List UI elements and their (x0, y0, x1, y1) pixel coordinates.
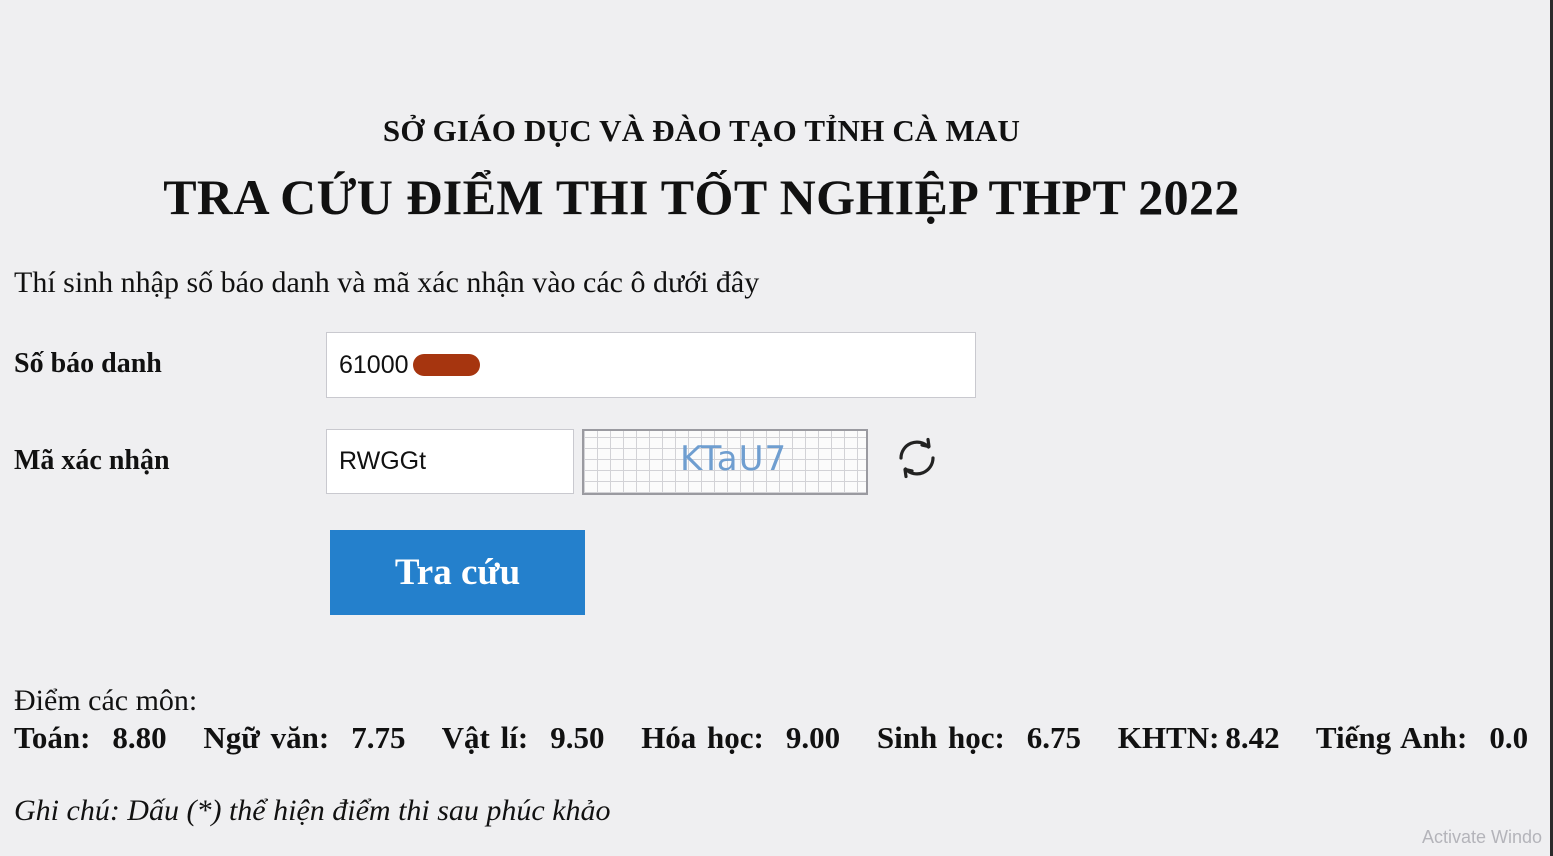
scores-note: Ghi chú: Dấu (*) thể hiện điểm thi sau p… (14, 794, 611, 827)
score-item-math: Toán: 8.80 (14, 720, 167, 755)
refresh-captcha-button[interactable] (893, 434, 941, 482)
score-item-chemistry: Hóa học: 9.00 (641, 720, 840, 755)
activation-watermark: Activate Windo (1422, 827, 1543, 847)
organization-title: SỞ GIÁO DỤC VÀ ĐÀO TẠO TỈNH CÀ MAU (382, 113, 1021, 148)
candidate-id-value: 61000 (339, 350, 409, 379)
refresh-icon (899, 437, 935, 479)
candidate-id-input[interactable]: 61000 (326, 332, 976, 398)
subject-label: Ngữ văn: (203, 720, 330, 755)
subject-label: Sinh học: (876, 720, 1005, 755)
subject-score: 6.75 (1026, 720, 1082, 755)
form-instruction: Thí sinh nhập số báo danh và mã xác nhận… (14, 266, 760, 299)
score-item-literature: Ngữ văn: 7.75 (203, 720, 405, 755)
subject-label: Toán: (14, 720, 91, 755)
subject-score: 7.75 (351, 720, 406, 755)
score-item-english: Tiếng Anh: 0.0 (1316, 720, 1528, 755)
subject-score: 9.50 (550, 720, 605, 755)
captcha-input-value: RWGGt (339, 447, 427, 475)
score-item-science: KHTN: 8.42 (1118, 720, 1280, 755)
captcha-label: Mã xác nhận (14, 445, 170, 476)
subject-score: 8.80 (112, 720, 167, 755)
subject-label: Hóa học: (641, 720, 764, 755)
redaction-mark (412, 354, 480, 376)
subject-label: Tiếng Anh: (1315, 720, 1468, 755)
subject-label: KHTN: (1117, 720, 1220, 755)
scores-row: Toán: 8.80 Ngữ văn: 7.75 Vật lí: 9.50 Hóa h… (14, 720, 1553, 756)
captcha-input[interactable]: RWGGt (326, 429, 574, 494)
score-item-physics: Vật lí: 9.50 (442, 720, 605, 755)
score-item-biology: Sinh học: 6.75 (877, 720, 1081, 755)
captcha-image: KTaU7 (582, 429, 868, 495)
subject-score: 0.0 (1489, 720, 1529, 755)
captcha-image-text: KTaU7 (680, 439, 788, 479)
candidate-id-label: Số báo danh (14, 348, 162, 379)
page-title: TRA CỨU ĐIỂM THI TỐT NGHIỆP THPT 2022 (163, 169, 1240, 225)
subject-label: Vật lí: (441, 720, 529, 755)
subject-score: 8.42 (1225, 720, 1280, 755)
search-button[interactable]: Tra cứu (330, 530, 585, 615)
scores-heading: Điểm các môn: (14, 684, 198, 717)
subject-score: 9.00 (785, 720, 841, 755)
